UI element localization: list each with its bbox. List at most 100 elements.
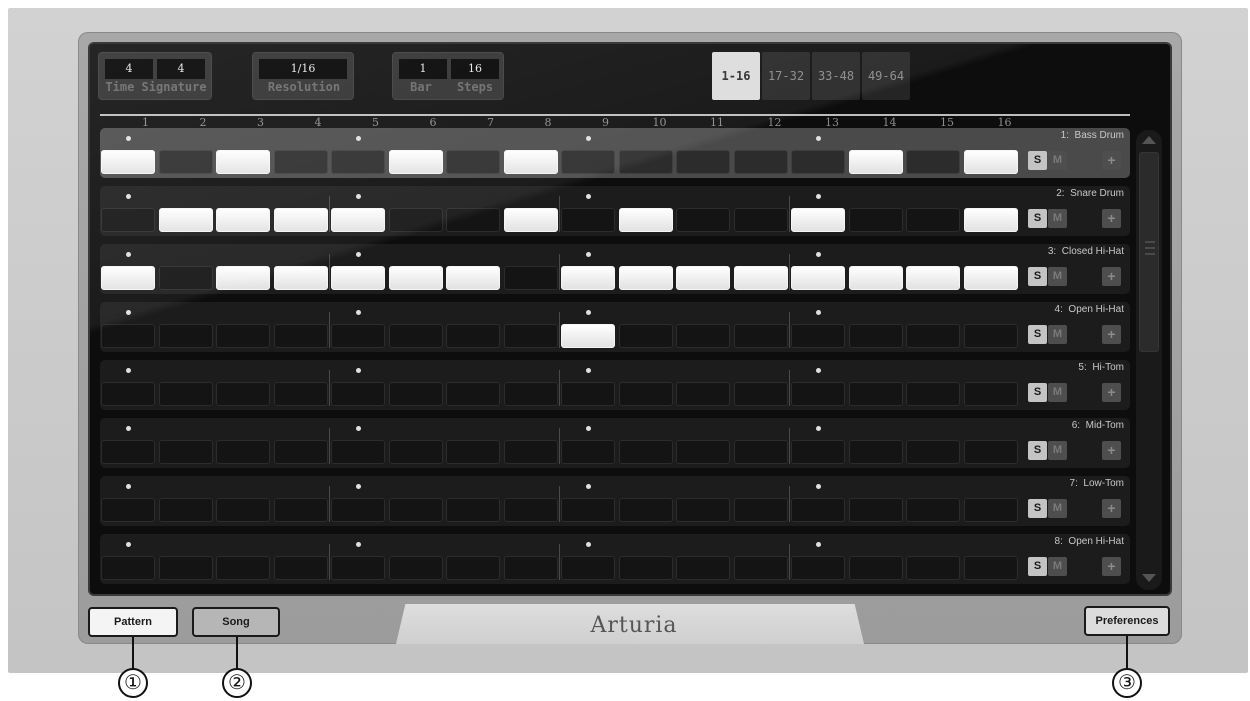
step-pad[interactable] (618, 382, 673, 406)
step-pad[interactable] (906, 440, 960, 464)
step-pad[interactable] (446, 440, 500, 464)
track-row[interactable]: 4: Open Hi-Hat S M + (100, 302, 1130, 352)
add-instrument-button[interactable]: + (1102, 267, 1121, 286)
step-pad[interactable] (848, 208, 903, 232)
preferences-button[interactable]: Preferences (1084, 606, 1170, 636)
resolution-value[interactable]: 1/16 (259, 59, 347, 79)
add-instrument-button[interactable]: + (1102, 557, 1121, 576)
step-pad[interactable] (676, 150, 730, 174)
scroll-up-icon[interactable] (1142, 136, 1156, 144)
step-pad[interactable] (273, 440, 328, 464)
step-pad-active[interactable] (158, 208, 213, 232)
add-instrument-button[interactable]: + (1102, 441, 1121, 460)
step-pad[interactable] (331, 324, 385, 348)
steps-value[interactable]: 16 (451, 59, 499, 79)
step-pad[interactable] (216, 382, 270, 406)
solo-button[interactable]: S (1028, 267, 1047, 286)
step-pad[interactable] (963, 324, 1018, 348)
solo-button[interactable]: S (1028, 209, 1047, 228)
step-pad-active[interactable] (388, 266, 443, 290)
step-pad[interactable] (848, 324, 903, 348)
solo-button[interactable]: S (1028, 499, 1047, 518)
resolution-box[interactable]: 1/16 Resolution (252, 52, 354, 100)
pattern-button[interactable]: Pattern (88, 607, 178, 637)
step-pad[interactable] (388, 382, 443, 406)
step-pad-active[interactable] (503, 150, 558, 174)
step-pad[interactable] (963, 556, 1018, 580)
mute-button[interactable]: M (1048, 383, 1067, 402)
step-pad[interactable] (503, 324, 558, 348)
add-instrument-button[interactable]: + (1102, 325, 1121, 344)
step-pad[interactable] (963, 382, 1018, 406)
track-row[interactable]: 8: Open Hi-Hat S M + (100, 534, 1130, 584)
step-pad[interactable] (618, 150, 673, 174)
step-pad[interactable] (273, 556, 328, 580)
step-pad[interactable] (906, 382, 960, 406)
step-pad[interactable] (273, 324, 328, 348)
track-row[interactable]: 3: Closed Hi-Hat S M + (100, 244, 1130, 294)
step-pad[interactable] (733, 150, 788, 174)
step-pad-active[interactable] (848, 266, 903, 290)
step-pad[interactable] (158, 266, 213, 290)
step-pad[interactable] (331, 498, 385, 522)
song-button[interactable]: Song (192, 607, 280, 637)
step-pad-active[interactable] (273, 266, 328, 290)
solo-button[interactable]: S (1028, 383, 1047, 402)
bar-steps-box[interactable]: 1 16 Bar Steps (392, 52, 504, 100)
step-pad-active[interactable] (963, 266, 1018, 290)
step-pad-active[interactable] (733, 266, 788, 290)
step-pad[interactable] (158, 324, 213, 348)
step-pad-active[interactable] (331, 266, 385, 290)
page-tab-49-64[interactable]: 49-64 (862, 52, 910, 100)
step-pad-active[interactable] (216, 208, 270, 232)
bar-value[interactable]: 1 (399, 59, 447, 79)
mute-button[interactable]: M (1048, 441, 1067, 460)
step-pad-active[interactable] (216, 150, 270, 174)
track-row[interactable]: 1: Bass Drum S M + (100, 128, 1130, 178)
step-pad-active[interactable] (503, 208, 558, 232)
step-pad[interactable] (158, 498, 213, 522)
step-pad[interactable] (618, 440, 673, 464)
step-pad[interactable] (331, 440, 385, 464)
step-pad-active[interactable] (848, 150, 903, 174)
step-pad[interactable] (963, 498, 1018, 522)
step-pad[interactable] (158, 382, 213, 406)
step-pad[interactable] (676, 382, 730, 406)
page-tab-17-32[interactable]: 17-32 (762, 52, 810, 100)
step-pad[interactable] (101, 498, 155, 522)
step-pad[interactable] (216, 440, 270, 464)
step-pad[interactable] (101, 556, 155, 580)
step-pad[interactable] (791, 324, 845, 348)
add-instrument-button[interactable]: + (1102, 383, 1121, 402)
add-instrument-button[interactable]: + (1102, 151, 1121, 170)
step-pad[interactable] (906, 498, 960, 522)
time-signature-numerator[interactable]: 4 (105, 59, 153, 79)
step-pad[interactable] (388, 498, 443, 522)
step-pad[interactable] (848, 382, 903, 406)
step-pad[interactable] (906, 324, 960, 348)
mute-button[interactable]: M (1048, 325, 1067, 344)
step-pad[interactable] (733, 440, 788, 464)
step-pad[interactable] (733, 324, 788, 348)
step-pad[interactable] (331, 556, 385, 580)
page-tab-33-48[interactable]: 33-48 (812, 52, 860, 100)
time-signature-denominator[interactable]: 4 (157, 59, 205, 79)
step-pad[interactable] (561, 382, 615, 406)
step-pad[interactable] (906, 556, 960, 580)
track-row[interactable]: 2: Snare Drum S M + (100, 186, 1130, 236)
step-pad[interactable] (848, 498, 903, 522)
step-pad[interactable] (331, 150, 385, 174)
step-pad[interactable] (561, 208, 615, 232)
step-pad[interactable] (273, 150, 328, 174)
step-pad[interactable] (101, 208, 155, 232)
step-pad[interactable] (101, 440, 155, 464)
step-pad[interactable] (618, 498, 673, 522)
step-pad[interactable] (791, 440, 845, 464)
step-pad[interactable] (676, 556, 730, 580)
step-pad-active[interactable] (618, 208, 673, 232)
step-pad[interactable] (676, 208, 730, 232)
mute-button[interactable]: M (1048, 151, 1067, 170)
mute-button[interactable]: M (1048, 499, 1067, 518)
step-pad[interactable] (273, 382, 328, 406)
step-pad-active[interactable] (561, 324, 615, 348)
